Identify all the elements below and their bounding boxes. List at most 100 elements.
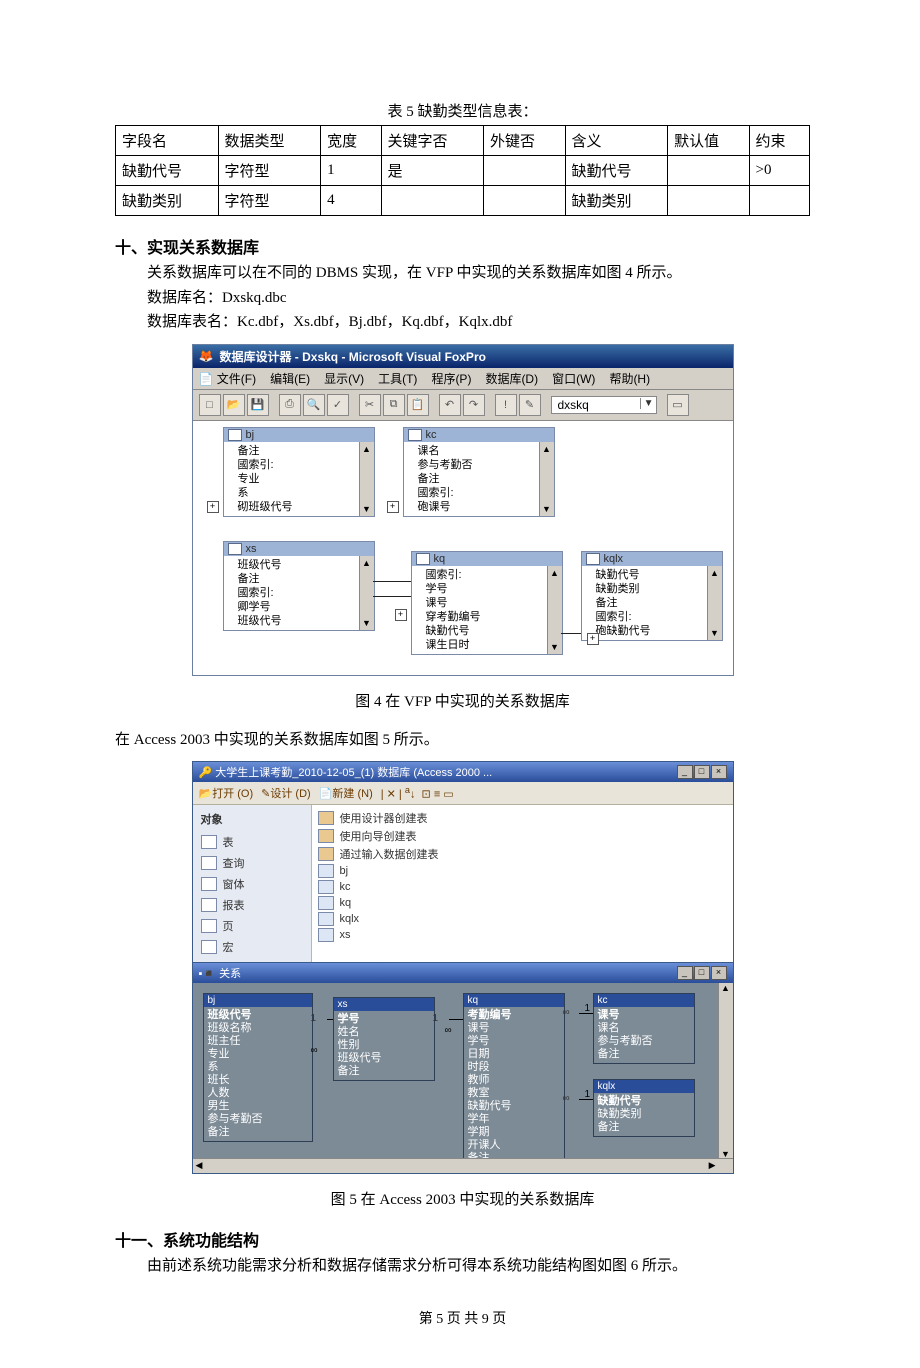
open-icon[interactable]: 📂 [223,394,245,416]
minimize-icon[interactable]: _ [677,966,693,980]
td [749,186,809,216]
figure-4-vfp-window: 🦊 数据库设计器 - Dxskq - Microsoft Visual FoxP… [192,344,734,676]
menu-item[interactable]: 窗口(W) [552,370,595,387]
field: 备注 [598,1121,690,1134]
table-icon [586,553,600,565]
menu-item[interactable]: 程序(P) [431,370,471,387]
table-box-kqlx[interactable]: kqlx 缺勤代号 缺勤类别 备注 國索引: 砲缺勤代号 [581,551,723,641]
table-box-xs[interactable]: xs 班级代号 备注 國索引: 卿学号 班级代号 [223,541,375,631]
window-icon[interactable]: ▭ [667,394,689,416]
field: 学期 [468,1126,560,1139]
design-button[interactable]: ✎设计 (D) [261,785,311,801]
list-item[interactable]: 使用向导创建表 [318,827,727,845]
new-button[interactable]: 📄新建 (N) [319,785,373,801]
rel-title: bj [204,994,312,1007]
rel-box-kc[interactable]: kc 课号 课名 参与考勤否 备注 [593,993,695,1064]
fox-icon: 🦊 [199,349,214,363]
list-item[interactable]: xs [318,927,727,943]
field: 男生 [208,1100,308,1113]
table-title: xs [246,543,257,555]
relations-canvas[interactable]: bj 班级代号 班级名称 班主任 专业 系 班长 人数 男生 参与考勤否 备注 … [193,983,733,1173]
cut-icon[interactable]: ✂ [359,394,381,416]
minimize-icon[interactable]: _ [677,765,693,779]
list-item[interactable]: 通过输入数据创建表 [318,845,727,863]
design-icon[interactable]: ✎ [519,394,541,416]
list-item[interactable]: 使用设计器创建表 [318,809,727,827]
paste-icon[interactable]: 📋 [407,394,429,416]
vertical-scrollbar[interactable] [718,983,733,1159]
scrollbar[interactable] [359,556,374,630]
menu-item[interactable]: 帮助(H) [609,370,650,387]
new-icon[interactable]: □ [199,394,221,416]
field: 备注 [208,1126,308,1139]
close-icon[interactable]: × [711,966,727,980]
menu-item[interactable]: 📄 文件(F) [199,370,257,387]
table-row: 缺勤类别 字符型 4 缺勤类别 [116,186,810,216]
maximize-icon[interactable]: □ [694,765,710,779]
expand-icon[interactable]: + [587,633,599,645]
scrollbar[interactable] [539,442,554,516]
field: 学年 [468,1113,560,1126]
access-object-list[interactable]: 使用设计器创建表 使用向导创建表 通过输入数据创建表 bj kc kq kqlx… [312,805,733,962]
th: 关键字否 [381,126,484,156]
scrollbar[interactable] [547,566,562,654]
expand-icon[interactable]: + [207,501,219,513]
table-box-bj[interactable]: bj 备注 國索引: 专业 系 砌班级代号 [223,427,375,517]
list-item[interactable]: bj [318,863,727,879]
rel-box-kqlx[interactable]: kqlx 缺勤代号 缺勤类别 备注 [593,1079,695,1137]
save-icon[interactable]: 💾 [247,394,269,416]
table-icon [318,896,334,910]
nav-item-reports[interactable]: 报表 [197,895,307,915]
field: 备注 [238,444,370,458]
copy-icon[interactable]: ⧉ [383,394,405,416]
field: 备注 [238,572,370,586]
vfp-toolbar[interactable]: □ 📂 💾 ⎙ 🔍 ✓ ✂ ⧉ 📋 ↶ ↷ ! ✎ dxskq ▭ [193,390,733,421]
menu-item[interactable]: 编辑(E) [270,370,310,387]
preview-icon[interactable]: 🔍 [303,394,325,416]
report-icon [201,898,217,912]
td: 缺勤类别 [116,186,219,216]
td: 1 [321,156,381,186]
access-toolbar[interactable]: 📂打开 (O) ✎设计 (D) 📄新建 (N) | ✕ | a↓ ⊡ ≡ ▭ [193,782,733,805]
list-item[interactable]: kqlx [318,911,727,927]
expand-icon[interactable]: + [387,501,399,513]
window-controls[interactable]: _□× [676,765,727,779]
horizontal-scrollbar[interactable] [193,1158,733,1173]
spell-icon[interactable]: ✓ [327,394,349,416]
table-box-kc[interactable]: kc 课名 参与考勤否 备注 國索引: 砲课号 [403,427,555,517]
nav-item-forms[interactable]: 窗体 [197,874,307,894]
nav-item-pages[interactable]: 页 [197,916,307,936]
expand-icon[interactable]: + [395,609,407,621]
maximize-icon[interactable]: □ [694,966,710,980]
page-footer: 第 5 页 共 9 页 [115,1308,810,1328]
menu-item[interactable]: 数据库(D) [485,370,538,387]
vfp-title-bar: 🦊 数据库设计器 - Dxskq - Microsoft Visual FoxP… [193,345,733,368]
undo-icon[interactable]: ↶ [439,394,461,416]
scrollbar[interactable] [707,566,722,640]
run-icon[interactable]: ! [495,394,517,416]
table-icon [228,543,242,555]
close-icon[interactable]: × [711,765,727,779]
rel-box-kq[interactable]: kq 考勤编号 课号 学号 日期 时段 教师 教室 缺勤代号 学年 学期 开课人… [463,993,565,1168]
vfp-menu-bar[interactable]: 📄 文件(F) 编辑(E) 显示(V) 工具(T) 程序(P) 数据库(D) 窗… [193,368,733,390]
nav-item-macros[interactable]: 宏 [197,937,307,957]
field: 班级代号 [208,1009,308,1022]
list-item[interactable]: kq [318,895,727,911]
scrollbar[interactable] [359,442,374,516]
access-nav-pane[interactable]: 对象 表 查询 窗体 报表 页 宏 [193,805,312,962]
menu-item[interactable]: 工具(T) [378,370,417,387]
field: 备注 [598,1048,690,1061]
rel-box-bj[interactable]: bj 班级代号 班级名称 班主任 专业 系 班长 人数 男生 参与考勤否 备注 [203,993,313,1142]
table-box-kq[interactable]: kq 國索引: 学号 课号 穿考勤编号 缺勤代号 课生日时 [411,551,563,655]
window-controls[interactable]: _□× [676,966,727,980]
nav-item-tables[interactable]: 表 [197,832,307,852]
field: 性别 [338,1039,430,1052]
open-button[interactable]: 📂打开 (O) [199,785,254,801]
database-combo[interactable]: dxskq [551,396,657,414]
print-icon[interactable]: ⎙ [279,394,301,416]
list-item[interactable]: kc [318,879,727,895]
rel-box-xs[interactable]: xs 学号 姓名 性别 班级代号 备注 [333,997,435,1081]
nav-item-queries[interactable]: 查询 [197,853,307,873]
menu-item[interactable]: 显示(V) [324,370,364,387]
redo-icon[interactable]: ↷ [463,394,485,416]
